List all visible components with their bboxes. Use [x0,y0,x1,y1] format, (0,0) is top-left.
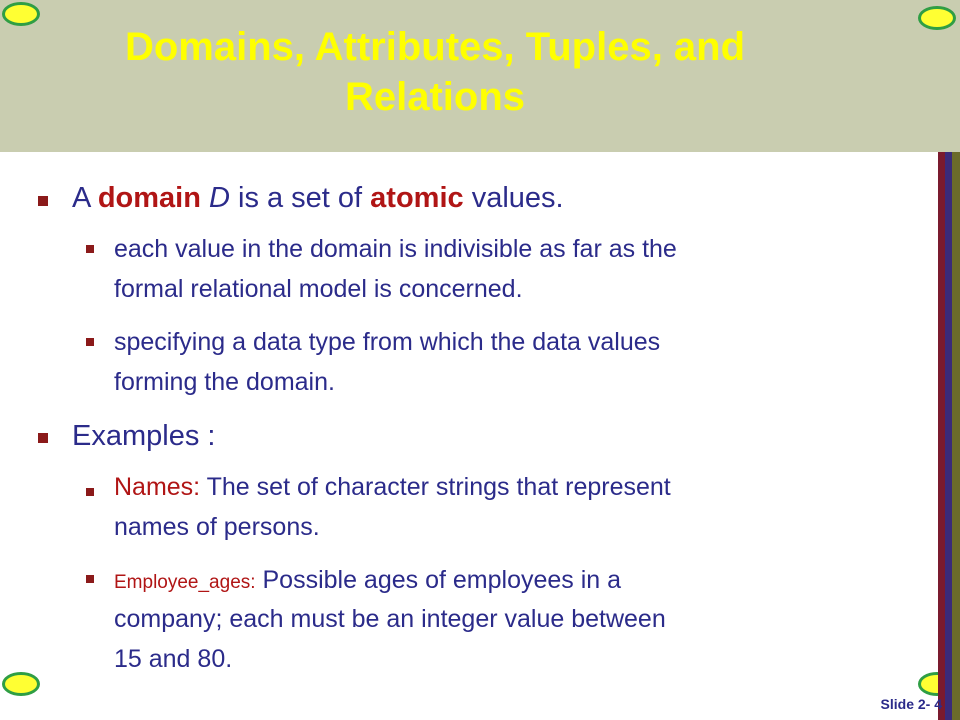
title-line-2: Relations [344,75,526,119]
label-employee-ages: Employee_ages: [114,572,256,593]
label-names: Names: [114,473,201,501]
square-bullet-icon [86,245,94,253]
bullet-datatype-line2: forming the domain. [114,368,335,396]
slide-title: Domains, Attributes, Tuples, and Relatio… [0,22,870,122]
symbol-d: D [200,182,230,214]
bullet-examples: Examples : [72,420,216,452]
bullet-ages-line1: Employee_ages: Possible ages of employee… [114,563,621,600]
square-bullet-icon [86,575,94,583]
square-bullet-icon [38,196,48,206]
corner-oval-top-left [2,2,40,26]
text: is a set of [229,182,371,214]
bullet-domain-definition: A domain D is a set of atomic values. [72,180,564,216]
stripe-purple [945,152,952,720]
text: Possible ages of employees in a [255,566,622,594]
bullet-indivisible-line1: each value in the domain is indivisible … [114,235,677,263]
term-atomic: atomic [370,182,464,214]
bullet-names-line2: names of persons. [114,513,320,541]
side-stripes [938,152,960,720]
stripe-maroon [938,152,945,720]
text: The set of character strings that repres… [200,473,671,501]
bullet-names-line1: Names: The set of character strings that… [114,470,671,505]
square-bullet-icon [86,488,94,496]
corner-oval-top-right [918,6,956,30]
term-domain: domain [97,182,201,214]
text: A [72,182,98,214]
bullet-ages-line2: company; each must be an integer value b… [114,605,666,633]
bullet-datatype-line1: specifying a data type from which the da… [114,328,661,356]
square-bullet-icon [86,338,94,346]
square-bullet-icon [38,433,48,443]
slide-number: Slide 2- 4 [880,696,942,712]
bullet-indivisible-line2: formal relational model is concerned. [114,275,523,303]
corner-oval-bottom-left [2,672,40,696]
stripe-olive [952,152,960,720]
bullet-ages-line3: 15 and 80. [114,645,233,673]
text: values. [463,182,564,214]
title-line-1: Domains, Attributes, Tuples, and [124,25,746,69]
